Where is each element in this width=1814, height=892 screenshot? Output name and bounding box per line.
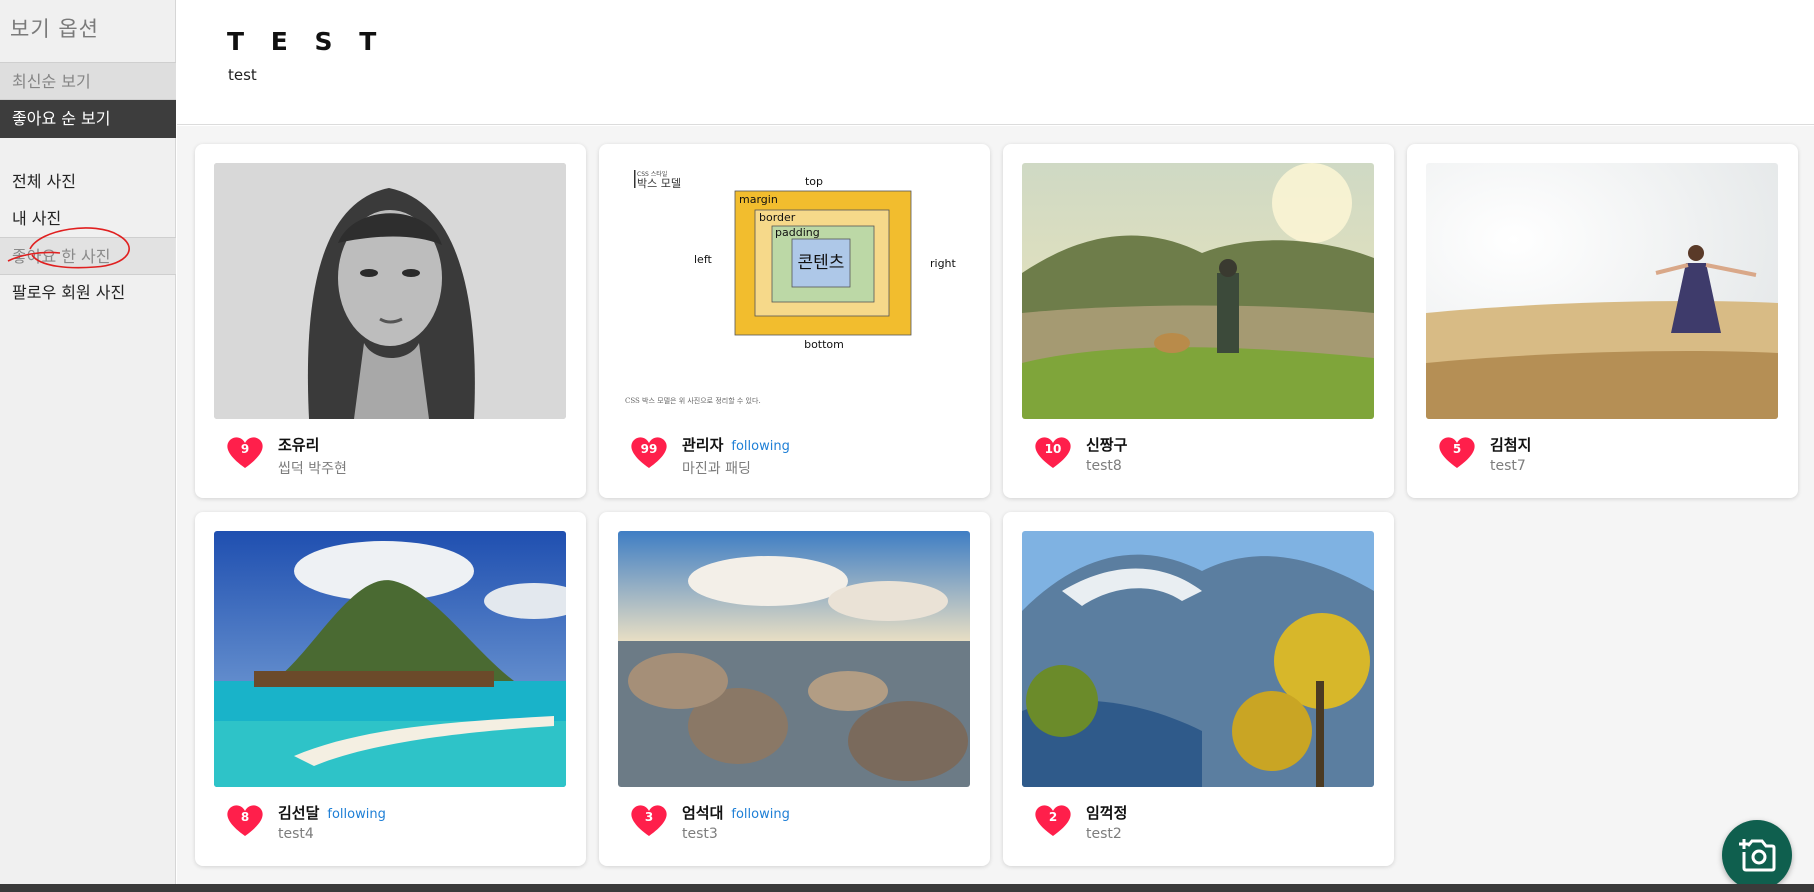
card-caption: test4 <box>278 826 314 842</box>
photo-image-portrait[interactable] <box>214 163 566 419</box>
card-caption: test2 <box>1086 826 1122 842</box>
card-caption: 마진과 패딩 <box>682 461 751 477</box>
like-count: 8 <box>240 810 250 824</box>
photo-card[interactable]: 2 임꺽정 test2 <box>1003 512 1394 866</box>
page-title: T E S T <box>227 27 386 56</box>
sidebar-title: 보기 옵션 <box>10 17 99 41</box>
like-button[interactable]: 5 <box>1438 434 1476 470</box>
like-count: 5 <box>1452 442 1462 456</box>
filter-all-photos[interactable]: 전체 사진 <box>0 163 176 201</box>
photo-image-rocks[interactable] <box>618 531 970 787</box>
like-button[interactable]: 3 <box>630 802 668 838</box>
card-username[interactable]: 신짱구 <box>1086 434 1127 455</box>
like-count: 99 <box>640 442 658 456</box>
sidebar: 보기 옵션 최신순 보기 좋아요 순 보기 전체 사진 내 사진 좋아요 한 사… <box>0 0 176 884</box>
card-caption: test3 <box>682 826 718 842</box>
username-text: 임꺽정 <box>1086 804 1128 822</box>
photo-grid: 9 조유리 씹덕 박주현 CSS 스타일 박스 모델 top margin bo… <box>177 126 1814 884</box>
like-count: 2 <box>1048 810 1058 824</box>
like-button[interactable]: 2 <box>1034 802 1072 838</box>
photo-card[interactable]: 9 조유리 씹덕 박주현 <box>195 144 586 498</box>
page-subtitle: test <box>228 66 257 84</box>
sort-likes[interactable]: 좋아요 순 보기 <box>0 100 176 138</box>
photo-image-mountain[interactable] <box>1022 531 1374 787</box>
username-text: 조유리 <box>278 436 320 454</box>
photo-card[interactable]: 5 김첨지 test7 <box>1407 144 1798 498</box>
like-button[interactable]: 9 <box>226 434 264 470</box>
card-username[interactable]: 김첨지 <box>1490 434 1531 455</box>
page-header: T E S T test <box>177 0 1814 125</box>
photo-image-hiker[interactable] <box>1022 163 1374 419</box>
diagram-margin: margin <box>739 193 778 206</box>
add-photo-button[interactable] <box>1722 820 1792 890</box>
sort-recent[interactable]: 최신순 보기 <box>0 62 176 100</box>
username-text: 신짱구 <box>1086 436 1128 454</box>
filter-following-photos[interactable]: 팔로우 회원 사진 <box>0 274 176 312</box>
card-username[interactable]: 엄석대 following <box>682 802 790 823</box>
add-photo-icon <box>1739 839 1776 872</box>
username-text: 김첨지 <box>1490 436 1532 454</box>
photo-card[interactable]: 3 엄석대 following test3 <box>599 512 990 866</box>
like-count: 3 <box>644 810 654 824</box>
card-username[interactable]: 조유리 <box>278 434 319 455</box>
photo-image-field[interactable] <box>1426 163 1778 419</box>
photo-image-island[interactable] <box>214 531 566 787</box>
following-tag: following <box>731 439 790 454</box>
diagram-heading: 박스 모델 <box>637 177 681 190</box>
diagram-content: 콘텐츠 <box>798 253 845 273</box>
diagram-left: left <box>694 253 713 266</box>
photo-card[interactable]: CSS 스타일 박스 모델 top margin border padding … <box>599 144 990 498</box>
diagram-border: border <box>759 211 796 224</box>
like-count: 10 <box>1044 442 1062 456</box>
card-username[interactable]: 김선달 following <box>278 802 386 823</box>
username-text: 엄석대 <box>682 804 724 822</box>
like-button[interactable]: 99 <box>630 434 668 470</box>
photo-card[interactable]: 8 김선달 following test4 <box>195 512 586 866</box>
card-username[interactable]: 임꺽정 <box>1086 802 1127 823</box>
diagram-right: right <box>930 257 957 270</box>
following-tag: following <box>731 807 790 822</box>
bottom-bar <box>0 884 1814 892</box>
like-button[interactable]: 10 <box>1034 434 1072 470</box>
diagram-footnote: CSS 박스 모델은 위 사진으로 정리할 수 있다. <box>625 396 761 405</box>
filter-my-photos[interactable]: 내 사진 <box>0 200 176 238</box>
username-text: 관리자 <box>682 436 724 454</box>
photo-card[interactable]: 10 신짱구 test8 <box>1003 144 1394 498</box>
like-button[interactable]: 8 <box>226 802 264 838</box>
like-count: 9 <box>240 442 250 456</box>
card-caption: test7 <box>1490 458 1526 474</box>
username-text: 김선달 <box>278 804 320 822</box>
following-tag: following <box>327 807 386 822</box>
diagram-bottom: bottom <box>804 338 844 351</box>
photo-image-diagram[interactable]: CSS 스타일 박스 모델 top margin border padding … <box>618 163 970 419</box>
filter-liked-photos[interactable]: 좋아요 한 사진 <box>0 237 176 275</box>
card-username[interactable]: 관리자 following <box>682 434 790 455</box>
card-caption: test8 <box>1086 458 1122 474</box>
diagram-top: top <box>805 175 823 188</box>
card-caption: 씹덕 박주현 <box>278 461 347 477</box>
diagram-padding: padding <box>775 226 820 239</box>
